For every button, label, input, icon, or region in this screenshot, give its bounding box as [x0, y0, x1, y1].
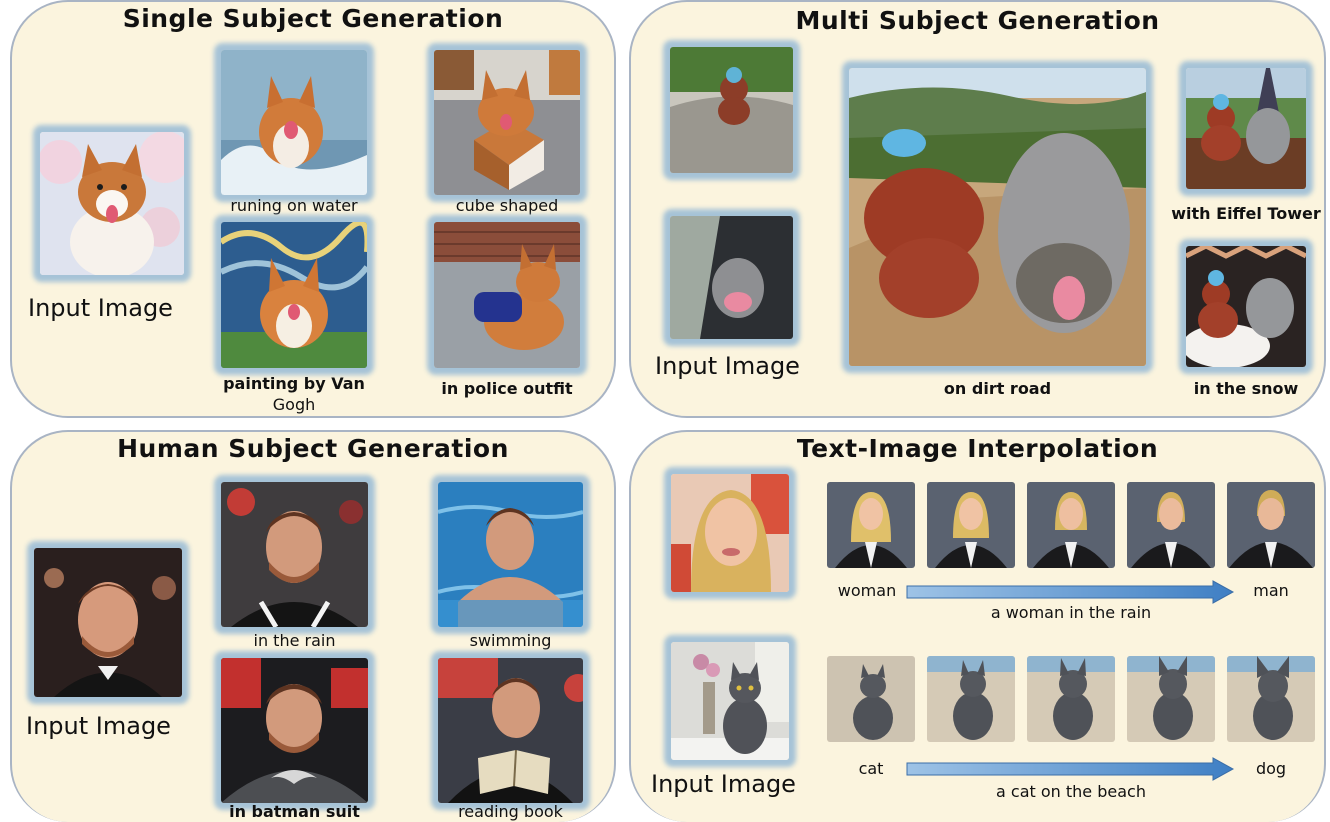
generated-image-police-outfit	[434, 222, 580, 368]
prompt-cat-on-beach: a cat on the beach	[996, 782, 1146, 801]
generated-image-reading-book	[438, 658, 583, 803]
caption-in-batman-suit: in batman suit	[229, 802, 360, 821]
interpolation-arrow-1	[906, 580, 1235, 604]
input-image-corgi	[40, 132, 184, 275]
caption-in-the-snow: in the snow	[1193, 379, 1299, 398]
prompt-woman-in-rain: a woman in the rain	[990, 603, 1152, 622]
interp-frame-dog-5	[1227, 656, 1315, 742]
generated-image-in-the-rain	[221, 482, 368, 627]
generated-image-swimming	[438, 482, 583, 627]
input-image-teddy-bear	[670, 47, 793, 173]
label-to-dog: dog	[1255, 759, 1287, 778]
interp-frame-cat-2	[927, 656, 1015, 742]
caption-painting-by-van: painting by Van	[223, 374, 365, 393]
generated-image-batman-suit	[221, 658, 368, 803]
interp-frame-cat-1	[827, 656, 915, 742]
interp-frame-cat-4	[1127, 656, 1215, 742]
input-image-label: Input Image	[655, 352, 800, 380]
panel-multi-subject: Multi Subject Generation Input Image on …	[629, 0, 1326, 418]
panel-single-subject: Single Subject Generation Input Image ru…	[10, 0, 616, 418]
caption-cube-shaped: cube shaped	[455, 196, 559, 215]
input-image-label: Input Image	[28, 294, 173, 322]
input-image-woman	[671, 474, 789, 592]
caption-gogh: Gogh	[272, 395, 316, 414]
generated-image-cube-shaped	[434, 50, 580, 195]
interp-frame-man-5	[1227, 482, 1315, 568]
input-image-backpack	[670, 216, 793, 339]
caption-on-dirt-road: on dirt road	[943, 379, 1052, 398]
panel-title: Multi Subject Generation	[795, 6, 1160, 35]
input-image-label: Input Image	[26, 712, 171, 740]
panel-human-subject: Human Subject Generation Input Image in …	[10, 430, 616, 822]
input-image-label: Input Image	[651, 770, 796, 798]
interp-frame-woman-4	[1127, 482, 1215, 568]
generated-image-in-the-snow	[1186, 246, 1306, 367]
panel-text-image-interpolation: Text-Image Interpolation Input Image wom…	[629, 430, 1326, 822]
input-image-man	[34, 548, 182, 697]
panel-title: Human Subject Generation	[117, 434, 509, 463]
label-from-cat: cat	[858, 759, 884, 778]
interp-frame-woman-3	[1027, 482, 1115, 568]
caption-with-eiffel-tower: with Eiffel Tower	[1171, 204, 1321, 223]
label-from-woman: woman	[837, 581, 897, 600]
panel-title: Single Subject Generation	[122, 4, 504, 33]
panel-title: Text-Image Interpolation	[796, 434, 1159, 463]
caption-police-outfit: in police outfit	[441, 379, 573, 398]
caption-swimming: swimming	[469, 631, 552, 650]
interp-frame-woman-1	[827, 482, 915, 568]
interp-frame-woman-2	[927, 482, 1015, 568]
input-image-cat	[671, 642, 789, 760]
generated-image-van-gogh-painting	[221, 222, 367, 368]
interp-frame-cat-3	[1027, 656, 1115, 742]
caption-reading-book: reading book	[458, 802, 563, 821]
generated-image-running-on-water	[221, 50, 367, 195]
label-to-man: man	[1253, 581, 1289, 600]
caption-running-on-water: runing on water	[230, 196, 358, 215]
caption-in-the-rain: in the rain	[253, 631, 336, 650]
generated-image-on-dirt-road	[849, 68, 1146, 366]
interpolation-arrow-2	[906, 757, 1235, 781]
generated-image-with-eiffel-tower	[1186, 68, 1306, 189]
